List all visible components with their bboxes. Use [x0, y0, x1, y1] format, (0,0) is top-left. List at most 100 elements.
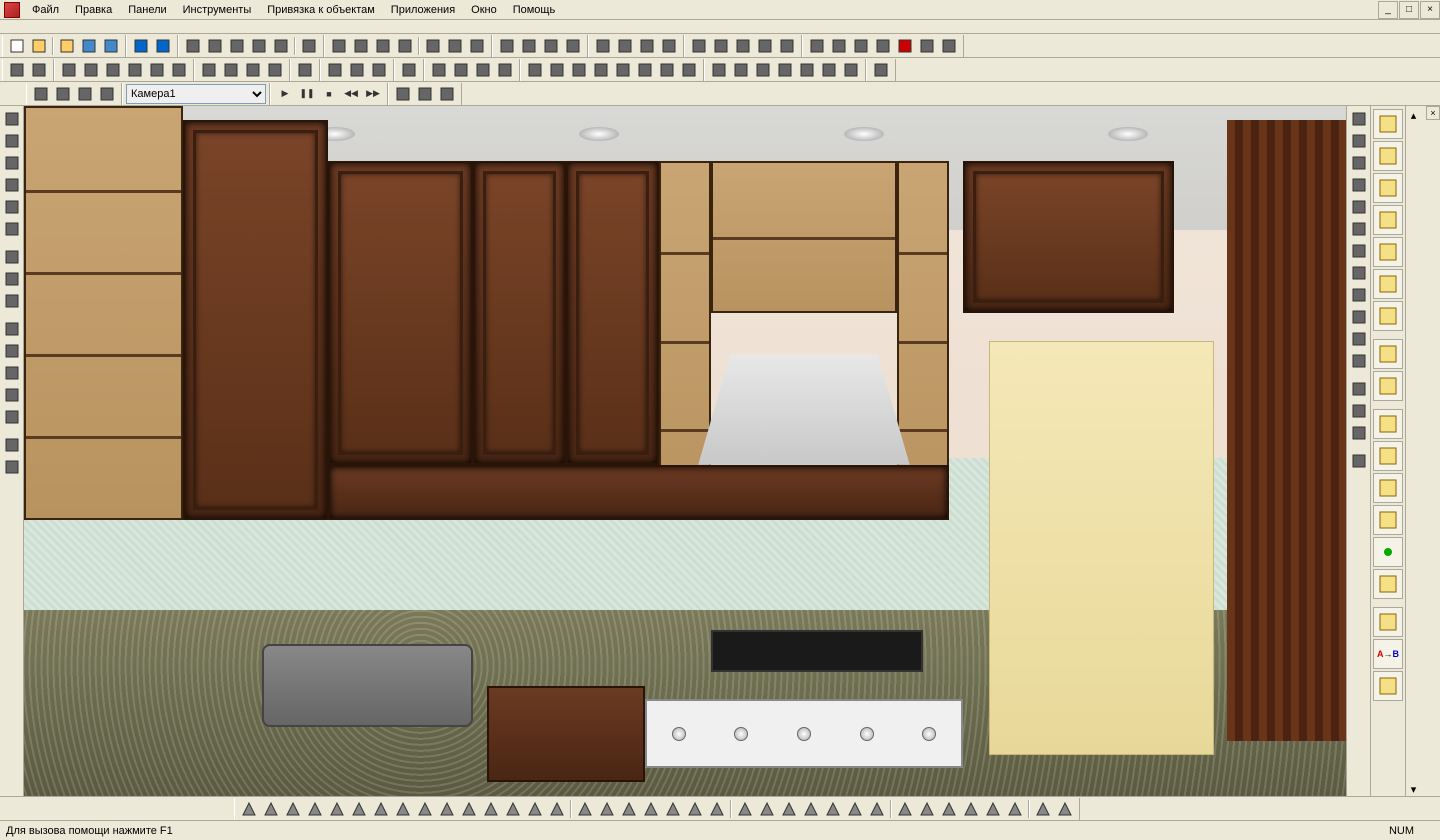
- vp3[interactable]: [243, 60, 263, 80]
- redo[interactable]: [153, 36, 173, 56]
- grid-tool[interactable]: [1349, 379, 1369, 399]
- view-front[interactable]: [81, 60, 101, 80]
- grid1[interactable]: [525, 60, 545, 80]
- p9[interactable]: [757, 799, 777, 819]
- q4[interactable]: [961, 799, 981, 819]
- dim1[interactable]: [709, 60, 729, 80]
- img4[interactable]: [495, 60, 515, 80]
- s14[interactable]: [525, 799, 545, 819]
- snap1[interactable]: [497, 36, 517, 56]
- h1[interactable]: [1033, 799, 1053, 819]
- snap-ext[interactable]: [1349, 241, 1369, 261]
- p13[interactable]: [845, 799, 865, 819]
- p3[interactable]: [619, 799, 639, 819]
- viewport-3d[interactable]: [24, 106, 1346, 796]
- img1[interactable]: [429, 60, 449, 80]
- shade2[interactable]: [711, 36, 731, 56]
- cab-table2[interactable]: [1373, 569, 1403, 599]
- snap-int[interactable]: [1349, 219, 1369, 239]
- hatch[interactable]: [399, 60, 419, 80]
- cab-table[interactable]: [1373, 441, 1403, 471]
- view-side[interactable]: [103, 60, 123, 80]
- edit-tool[interactable]: [299, 36, 319, 56]
- p10[interactable]: [779, 799, 799, 819]
- s11[interactable]: [459, 799, 479, 819]
- grid8[interactable]: [679, 60, 699, 80]
- grid3[interactable]: [569, 60, 589, 80]
- s6[interactable]: [349, 799, 369, 819]
- fillet-tool[interactable]: [2, 319, 22, 339]
- text-tool[interactable]: [2, 219, 22, 239]
- s8[interactable]: [393, 799, 413, 819]
- dim-tool[interactable]: [2, 435, 22, 455]
- save[interactable]: [79, 36, 99, 56]
- camera-select[interactable]: Камера1: [126, 84, 266, 104]
- scroll-down-button[interactable]: ▾: [1407, 782, 1421, 796]
- p1[interactable]: [575, 799, 595, 819]
- rect-tool[interactable]: [2, 197, 22, 217]
- cab-front[interactable]: [1373, 141, 1403, 171]
- snap-node[interactable]: [1349, 175, 1369, 195]
- snap-near[interactable]: [1349, 307, 1369, 327]
- save-all[interactable]: [101, 36, 121, 56]
- scroll-up-button[interactable]: ▴: [1407, 108, 1421, 122]
- align-left[interactable]: [423, 36, 443, 56]
- line1[interactable]: [593, 36, 613, 56]
- ellipse-tool[interactable]: [2, 269, 22, 289]
- align-top[interactable]: [467, 36, 487, 56]
- h2[interactable]: [1055, 799, 1075, 819]
- shade4[interactable]: [755, 36, 775, 56]
- zoom-out[interactable]: [29, 60, 49, 80]
- open-file[interactable]: [29, 36, 49, 56]
- shade[interactable]: [415, 84, 435, 104]
- globe[interactable]: [851, 36, 871, 56]
- grid2[interactable]: [547, 60, 567, 80]
- polyline-tool[interactable]: [2, 175, 22, 195]
- snap-par[interactable]: [1349, 351, 1369, 371]
- snap-mid[interactable]: [1349, 131, 1369, 151]
- dim5[interactable]: [797, 60, 817, 80]
- pen[interactable]: [295, 60, 315, 80]
- menu-file[interactable]: Файл: [24, 2, 67, 18]
- p7[interactable]: [707, 799, 727, 819]
- line-tool[interactable]: [2, 109, 22, 129]
- layer-tool[interactable]: [1349, 451, 1369, 471]
- align-right[interactable]: [445, 36, 465, 56]
- cab-l[interactable]: [1373, 173, 1403, 203]
- drop1[interactable]: [325, 60, 345, 80]
- next[interactable]: ▶▶: [363, 84, 383, 104]
- panel-box[interactable]: [1373, 109, 1403, 139]
- iso[interactable]: [871, 60, 891, 80]
- view-persp[interactable]: [147, 60, 167, 80]
- menu-snap[interactable]: Привязка к объектам: [259, 2, 383, 18]
- dim3[interactable]: [753, 60, 773, 80]
- snap-end[interactable]: [1349, 109, 1369, 129]
- pin[interactable]: [31, 84, 51, 104]
- undo[interactable]: [131, 36, 151, 56]
- shade3[interactable]: [733, 36, 753, 56]
- minimize-button[interactable]: _: [1378, 1, 1398, 19]
- img2[interactable]: [451, 60, 471, 80]
- line2[interactable]: [615, 36, 635, 56]
- p11[interactable]: [801, 799, 821, 819]
- cab-grid[interactable]: [1373, 371, 1403, 401]
- spline2-tool[interactable]: [2, 385, 22, 405]
- snap-perp[interactable]: [1349, 263, 1369, 283]
- pause[interactable]: ❚❚: [297, 84, 317, 104]
- p14[interactable]: [867, 799, 887, 819]
- s7[interactable]: [371, 799, 391, 819]
- open-folder[interactable]: [57, 36, 77, 56]
- s13[interactable]: [503, 799, 523, 819]
- scale-tool[interactable]: [249, 36, 269, 56]
- maximize-button[interactable]: □: [1399, 1, 1419, 19]
- line4[interactable]: [659, 36, 679, 56]
- panel-close-button[interactable]: ×: [1426, 106, 1440, 120]
- new-file[interactable]: [7, 36, 27, 56]
- snap-app[interactable]: [1349, 329, 1369, 349]
- ortho-tool[interactable]: [1349, 401, 1369, 421]
- ungroup[interactable]: [395, 36, 415, 56]
- snap2[interactable]: [519, 36, 539, 56]
- angle-tool[interactable]: [2, 457, 22, 477]
- gear[interactable]: [939, 36, 959, 56]
- s12[interactable]: [481, 799, 501, 819]
